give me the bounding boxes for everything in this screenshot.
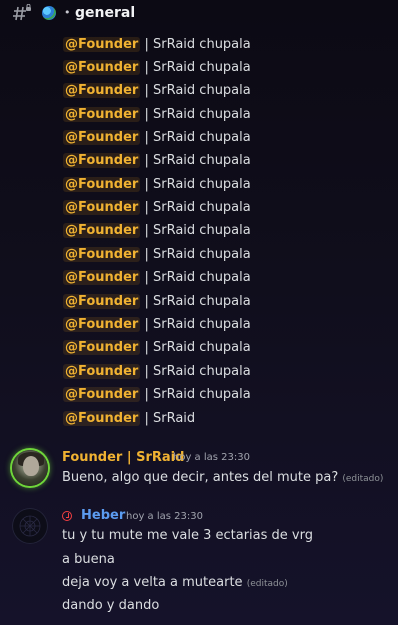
message-text: SrRaid chupala xyxy=(153,107,251,122)
list-item: @Founder | SrRaid xyxy=(63,409,195,429)
message-separator: | xyxy=(144,200,149,215)
user-mention[interactable]: @Founder xyxy=(63,153,141,168)
channel-header: • general xyxy=(0,0,398,26)
list-item: @Founder | SrRaid chupala xyxy=(63,221,251,241)
list-item: @Founder | SrRaid chupala xyxy=(63,105,251,125)
message-text: SrRaid chupala xyxy=(153,153,251,168)
list-item: @Founder | SrRaid chupala xyxy=(63,35,251,55)
message-text: tu y tu mute me vale 3 ectarias de vrg xyxy=(62,528,313,543)
user-mention[interactable]: @Founder xyxy=(63,177,141,192)
user-mention[interactable]: @Founder xyxy=(63,200,141,215)
list-item: @Founder | SrRaid chupala xyxy=(63,175,251,195)
message-separator: | xyxy=(144,83,149,98)
message-text: SrRaid chupala xyxy=(153,317,251,332)
text-channel-lock-icon xyxy=(13,4,31,21)
list-item: @Founder | SrRaid chupala xyxy=(63,315,251,335)
channel-name[interactable]: general xyxy=(75,5,135,21)
message-separator: | xyxy=(144,37,149,52)
channel-separator: • xyxy=(64,6,71,19)
user-mention[interactable]: @Founder xyxy=(63,387,141,402)
message-separator: | xyxy=(144,130,149,145)
username[interactable]: Founder | SrRaid xyxy=(62,450,184,466)
message-text: SrRaid chupala xyxy=(153,200,251,215)
message-text: SrRaid xyxy=(153,411,196,426)
user-mention[interactable]: @Founder xyxy=(63,37,141,52)
message-text: SrRaid chupala xyxy=(153,340,251,355)
user-mention[interactable]: @Founder xyxy=(63,107,141,122)
message-separator: | xyxy=(144,364,149,379)
user-mention[interactable]: @Founder xyxy=(63,340,141,355)
timeout-clock-icon xyxy=(62,511,72,521)
message-text: SrRaid chupala xyxy=(153,83,251,98)
message-text: SrRaid chupala xyxy=(153,364,251,379)
user-mention[interactable]: @Founder xyxy=(63,223,141,238)
message-separator: | xyxy=(144,270,149,285)
message-text: SrRaid chupala xyxy=(153,223,251,238)
message-text: deja voy a velta a mutearte (editado) xyxy=(62,574,288,593)
message-text: SrRaid chupala xyxy=(153,270,251,285)
list-item: @Founder | SrRaid chupala xyxy=(63,292,251,312)
message-separator: | xyxy=(144,411,149,426)
avatar[interactable] xyxy=(12,508,48,544)
list-item: @Founder | SrRaid chupala xyxy=(63,198,251,218)
timestamp: hoy a las 23:30 xyxy=(173,452,250,463)
message-text: dando y dando xyxy=(62,598,160,613)
user-mention[interactable]: @Founder xyxy=(63,294,141,309)
message-content: Bueno, algo que decir, antes del mute pa… xyxy=(62,470,339,485)
message-text: SrRaid chupala xyxy=(153,387,251,402)
list-item: @Founder | SrRaid chupala xyxy=(63,58,251,78)
avatar[interactable] xyxy=(12,450,48,486)
edited-label: (editado) xyxy=(342,474,384,484)
user-mention[interactable]: @Founder xyxy=(63,364,141,379)
message-text: Bueno, algo que decir, antes del mute pa… xyxy=(62,469,383,488)
globe-emoji-icon xyxy=(42,6,56,20)
message-separator: | xyxy=(144,317,149,332)
message-separator: | xyxy=(144,153,149,168)
message-text: SrRaid chupala xyxy=(153,130,251,145)
list-item: @Founder | SrRaid chupala xyxy=(63,245,251,265)
list-item: @Founder | SrRaid chupala xyxy=(63,268,251,288)
list-item: @Founder | SrRaid chupala xyxy=(63,362,251,382)
message-text: SrRaid chupala xyxy=(153,294,251,309)
user-mention[interactable]: @Founder xyxy=(63,270,141,285)
message-separator: | xyxy=(144,247,149,262)
list-item: @Founder | SrRaid chupala xyxy=(63,338,251,358)
edited-label: (editado) xyxy=(246,579,288,589)
user-mention[interactable]: @Founder xyxy=(63,411,141,426)
avatar-face xyxy=(23,456,39,476)
message-separator: | xyxy=(144,223,149,238)
message-text: SrRaid chupala xyxy=(153,60,251,75)
message-separator: | xyxy=(144,340,149,355)
list-item: @Founder | SrRaid chupala xyxy=(63,128,251,148)
message-text: a buena xyxy=(62,552,115,567)
user-mention[interactable]: @Founder xyxy=(63,130,141,145)
user-mention[interactable]: @Founder xyxy=(63,60,141,75)
list-item: @Founder | SrRaid chupala xyxy=(63,385,251,405)
message-separator: | xyxy=(144,107,149,122)
message-separator: | xyxy=(144,387,149,402)
user-mention[interactable]: @Founder xyxy=(63,317,141,332)
timestamp: hoy a las 23:30 xyxy=(126,511,203,522)
user-mention[interactable]: @Founder xyxy=(63,83,141,98)
user-mention[interactable]: @Founder xyxy=(63,247,141,262)
list-item: @Founder | SrRaid chupala xyxy=(63,81,251,101)
message-content: deja voy a velta a mutearte xyxy=(62,575,243,590)
message-text: SrRaid chupala xyxy=(153,177,251,192)
message-separator: | xyxy=(144,60,149,75)
message-separator: | xyxy=(144,177,149,192)
message-separator: | xyxy=(144,294,149,309)
username[interactable]: Heber xyxy=(81,508,125,524)
message-text: SrRaid chupala xyxy=(153,247,251,262)
avatar-pattern-icon xyxy=(19,515,41,537)
list-item: @Founder | SrRaid chupala xyxy=(63,151,251,171)
message-text: SrRaid chupala xyxy=(153,37,251,52)
